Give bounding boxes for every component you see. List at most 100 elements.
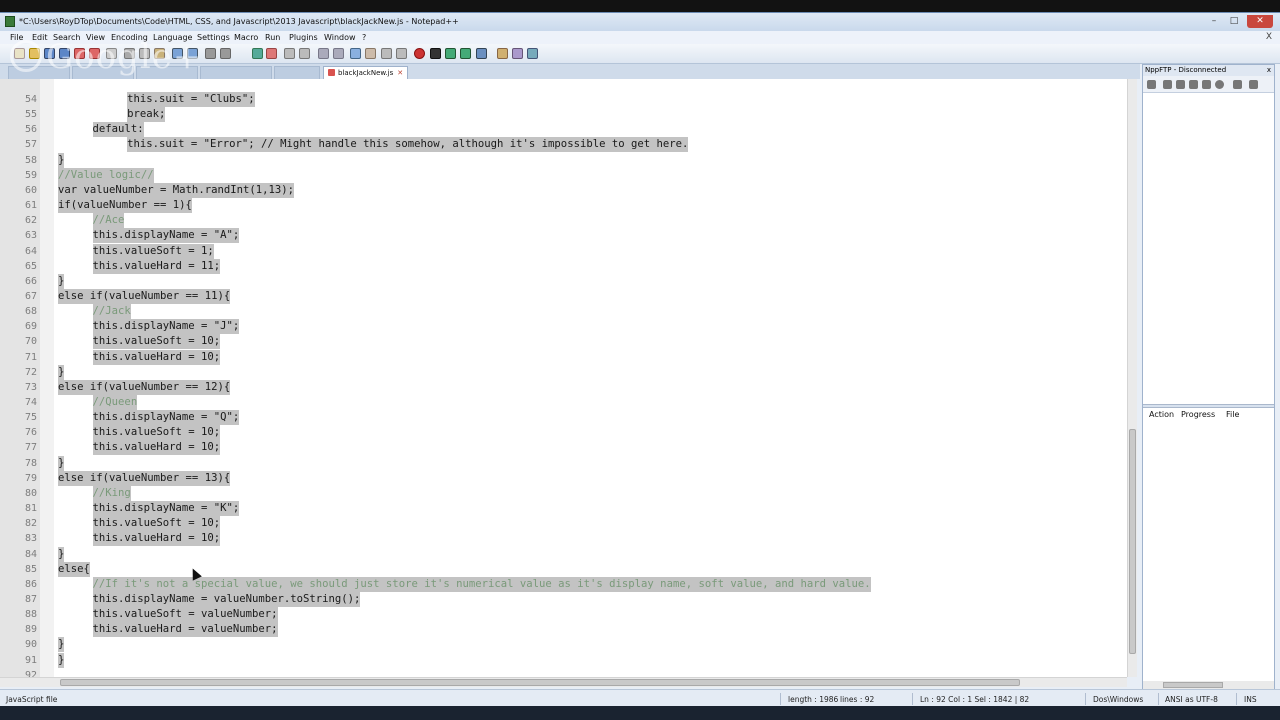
- status-separator: [1158, 693, 1159, 705]
- show-log-icon[interactable]: [1249, 80, 1258, 89]
- line-number: 68: [24, 306, 37, 318]
- code-comment: //King: [92, 485, 131, 501]
- menu-plugins[interactable]: Plugins: [289, 33, 318, 42]
- tab-close-icon[interactable]: ✕: [397, 69, 403, 77]
- settings-icon[interactable]: [1202, 80, 1211, 89]
- google-circle-logo: [10, 40, 42, 72]
- play-macro-icon[interactable]: [445, 48, 456, 59]
- code-line: 85 else{: [0, 561, 1127, 577]
- close-document-icon[interactable]: X: [1266, 32, 1272, 42]
- code-line: 61 if(valueNumber == 1){: [0, 198, 1127, 214]
- code-text: this.valueHard = 10;: [92, 531, 221, 547]
- code-line: 76 this.valueSoft = 10;: [0, 425, 1127, 441]
- sync-vertical-icon[interactable]: [284, 48, 295, 59]
- vertical-scroll-thumb[interactable]: [1129, 429, 1136, 654]
- record-macro-icon[interactable]: [414, 48, 425, 59]
- line-number: 65: [24, 260, 37, 272]
- word-wrap-icon[interactable]: [318, 48, 329, 59]
- line-number: 74: [24, 397, 37, 408]
- nppftp-close-icon[interactable]: x: [1267, 65, 1271, 76]
- code-line: 78}: [0, 455, 1127, 471]
- code-text: }: [58, 364, 65, 380]
- menu-run[interactable]: Run: [265, 33, 280, 42]
- plugin-icon[interactable]: [512, 48, 523, 59]
- line-number: 59: [24, 169, 37, 181]
- code-line: 64 this.valueSoft = 1;: [0, 243, 1127, 259]
- code-text: this.suit = "Error"; // Might handle thi…: [127, 137, 689, 153]
- replace-icon[interactable]: [220, 48, 231, 59]
- nppftp-scroll-thumb[interactable]: [1163, 682, 1223, 688]
- line-number: 66: [24, 275, 37, 287]
- maximize-button[interactable]: □: [1225, 15, 1243, 28]
- plugin-tool-icon[interactable]: [527, 48, 538, 59]
- menu-help[interactable]: ?: [362, 33, 366, 42]
- horizontal-scroll-thumb[interactable]: [60, 679, 1020, 686]
- stop-macro-icon[interactable]: [430, 48, 441, 59]
- code-text: this.displayName = "K";: [92, 501, 240, 517]
- upload-icon[interactable]: [1176, 80, 1185, 89]
- tab-background-4[interactable]: [200, 66, 272, 79]
- line-number: 72: [24, 366, 37, 378]
- nppftp-splitter[interactable]: [1143, 404, 1274, 408]
- menu-macro[interactable]: Macro: [234, 33, 258, 42]
- doc-map-icon[interactable]: [381, 48, 392, 59]
- code-line: 90}: [0, 637, 1127, 653]
- code-text: }: [58, 637, 65, 653]
- code-comment: //Ace: [92, 213, 125, 229]
- status-bar: JavaScript file length : 1986 lines : 92…: [0, 689, 1280, 707]
- status-eol: Dos\Windows: [1093, 695, 1144, 704]
- menu-window[interactable]: Window: [324, 33, 356, 42]
- line-number: 79: [24, 472, 37, 484]
- minimize-button[interactable]: –: [1205, 15, 1223, 28]
- editor-horizontal-scrollbar[interactable]: [0, 677, 1127, 687]
- ftp-show-icon[interactable]: [497, 48, 508, 59]
- column-action[interactable]: Action: [1149, 410, 1174, 419]
- line-number: 56: [24, 124, 37, 136]
- profiles-icon[interactable]: [1233, 80, 1242, 89]
- title-bar: *C:\Users\RoyDTop\Documents\Code\HTML, C…: [0, 13, 1280, 31]
- code-line: 54 this.suit = "Clubs";: [0, 92, 1127, 107]
- download-icon[interactable]: [1163, 80, 1172, 89]
- close-button[interactable]: ✕: [1247, 15, 1273, 28]
- line-number: 91: [24, 654, 37, 666]
- code-line: 66}: [0, 273, 1127, 289]
- code-line: 82 this.valueSoft = 10;: [0, 516, 1127, 532]
- line-number: 70: [24, 336, 37, 348]
- indent-guide-icon[interactable]: [350, 48, 361, 59]
- code-text: else if(valueNumber == 11){: [58, 288, 231, 304]
- nppftp-title-bar: NppFTP - Disconnected x: [1143, 65, 1274, 76]
- save-macro-icon[interactable]: [476, 48, 487, 59]
- find-icon[interactable]: [205, 48, 216, 59]
- code-line: 69 this.displayName = "J";: [0, 319, 1127, 335]
- code-text: this.valueSoft = 1;: [92, 243, 214, 259]
- code-line: 65 this.valueHard = 11;: [0, 258, 1127, 274]
- column-progress[interactable]: Progress: [1181, 410, 1215, 419]
- code-line: 58}: [0, 152, 1127, 168]
- sync-horizontal-icon[interactable]: [299, 48, 310, 59]
- line-number: 69: [24, 321, 37, 333]
- tab-background-5[interactable]: [274, 66, 320, 79]
- code-line: 88 this.valueSoft = valueNumber;: [0, 607, 1127, 623]
- column-file[interactable]: File: [1226, 410, 1239, 419]
- connect-icon[interactable]: [1147, 80, 1156, 89]
- code-line: 71 this.valueHard = 10;: [0, 349, 1127, 365]
- tab-blackjacknew[interactable]: blackJackNew.js ✕: [323, 66, 409, 79]
- run-macro-multiple-icon[interactable]: [460, 48, 471, 59]
- code-text: var valueNumber = Math.randInt(1,13);: [58, 182, 294, 198]
- nppftp-panel: NppFTP - Disconnected x Action Progress …: [1142, 64, 1275, 691]
- code-text: this.displayName = valueNumber.toString(…: [92, 591, 361, 607]
- zoom-out-icon[interactable]: [266, 48, 277, 59]
- function-list-icon[interactable]: [396, 48, 407, 59]
- refresh-icon[interactable]: [1189, 80, 1198, 89]
- abort-icon[interactable]: [1215, 80, 1224, 89]
- code-text: }: [58, 152, 65, 168]
- editor-vertical-scrollbar[interactable]: [1127, 79, 1137, 677]
- code-line: 68 //Jack: [0, 304, 1127, 320]
- zoom-in-icon[interactable]: [252, 48, 263, 59]
- show-all-chars-icon[interactable]: [333, 48, 344, 59]
- user-lang-icon[interactable]: [365, 48, 376, 59]
- code-editor[interactable]: 54 this.suit = "Clubs"; 55 break; 56 default:…: [0, 79, 1127, 677]
- code-comment: //Jack: [92, 304, 131, 320]
- code-line: 81 this.displayName = "K";: [0, 501, 1127, 517]
- line-number: 63: [24, 230, 37, 242]
